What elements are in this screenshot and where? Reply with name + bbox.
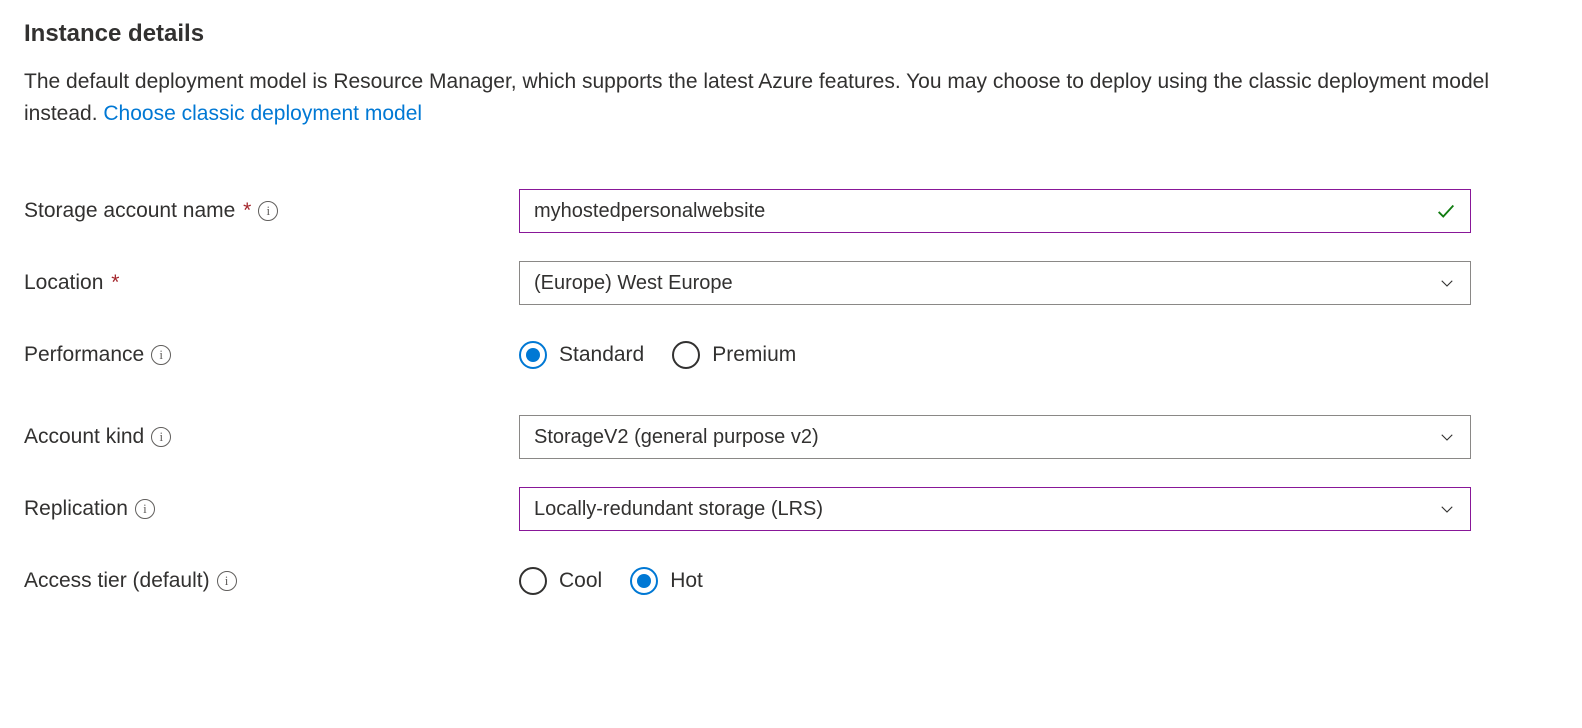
required-star-icon: *	[111, 271, 119, 294]
radio-option-hot[interactable]: Hot	[630, 567, 703, 595]
info-icon[interactable]: i	[151, 427, 171, 447]
section-description: The default deployment model is Resource…	[24, 66, 1504, 129]
required-star-icon: *	[243, 199, 251, 222]
info-icon[interactable]: i	[135, 499, 155, 519]
info-icon[interactable]: i	[217, 571, 237, 591]
row-location: Location * (Europe) West Europe	[24, 261, 1558, 305]
select-value: Locally-redundant storage (LRS)	[534, 498, 823, 521]
radio-icon	[519, 567, 547, 595]
performance-radio-group: Standard Premium	[519, 341, 1471, 369]
control-replication: Locally-redundant storage (LRS)	[519, 487, 1471, 531]
chevron-down-icon	[1438, 274, 1456, 292]
radio-dot-icon	[526, 348, 540, 362]
row-storage-account-name: Storage account name * i	[24, 189, 1558, 233]
select-value: (Europe) West Europe	[534, 272, 733, 295]
account-kind-select[interactable]: StorageV2 (general purpose v2)	[519, 415, 1471, 459]
control-account-kind: StorageV2 (general purpose v2)	[519, 415, 1471, 459]
radio-option-cool[interactable]: Cool	[519, 567, 602, 595]
label-replication: Replication i	[24, 497, 519, 521]
storage-account-name-input[interactable]	[519, 189, 1471, 233]
radio-label: Cool	[559, 569, 602, 593]
label-text: Account kind	[24, 425, 144, 449]
location-select[interactable]: (Europe) West Europe	[519, 261, 1471, 305]
radio-dot-icon	[637, 574, 651, 588]
access-tier-radio-group: Cool Hot	[519, 567, 1471, 595]
control-performance: Standard Premium	[519, 341, 1471, 369]
control-storage-account-name	[519, 189, 1471, 233]
label-text: Access tier (default)	[24, 569, 210, 593]
replication-select[interactable]: Locally-redundant storage (LRS)	[519, 487, 1471, 531]
select-value: StorageV2 (general purpose v2)	[534, 426, 819, 449]
control-access-tier: Cool Hot	[519, 567, 1471, 595]
label-account-kind: Account kind i	[24, 425, 519, 449]
row-account-kind: Account kind i StorageV2 (general purpos…	[24, 415, 1558, 459]
radio-label: Premium	[712, 343, 796, 367]
radio-label: Standard	[559, 343, 644, 367]
chevron-down-icon	[1438, 500, 1456, 518]
label-storage-account-name: Storage account name * i	[24, 199, 519, 223]
radio-label: Hot	[670, 569, 703, 593]
row-replication: Replication i Locally-redundant storage …	[24, 487, 1558, 531]
label-performance: Performance i	[24, 343, 519, 367]
chevron-down-icon	[1438, 428, 1456, 446]
label-text: Storage account name	[24, 199, 235, 222]
classic-deployment-link[interactable]: Choose classic deployment model	[103, 102, 422, 125]
radio-icon	[519, 341, 547, 369]
label-text: Location	[24, 271, 103, 294]
label-text: Replication	[24, 497, 128, 521]
row-performance: Performance i Standard Premium	[24, 333, 1558, 377]
info-icon[interactable]: i	[151, 345, 171, 365]
control-location: (Europe) West Europe	[519, 261, 1471, 305]
info-icon[interactable]: i	[258, 201, 278, 221]
radio-option-premium[interactable]: Premium	[672, 341, 796, 369]
radio-option-standard[interactable]: Standard	[519, 341, 644, 369]
label-text: Performance	[24, 343, 144, 367]
label-location: Location *	[24, 271, 519, 295]
radio-icon	[630, 567, 658, 595]
row-access-tier: Access tier (default) i Cool Hot	[24, 559, 1558, 603]
section-heading: Instance details	[24, 20, 1558, 48]
radio-icon	[672, 341, 700, 369]
label-access-tier: Access tier (default) i	[24, 569, 519, 593]
